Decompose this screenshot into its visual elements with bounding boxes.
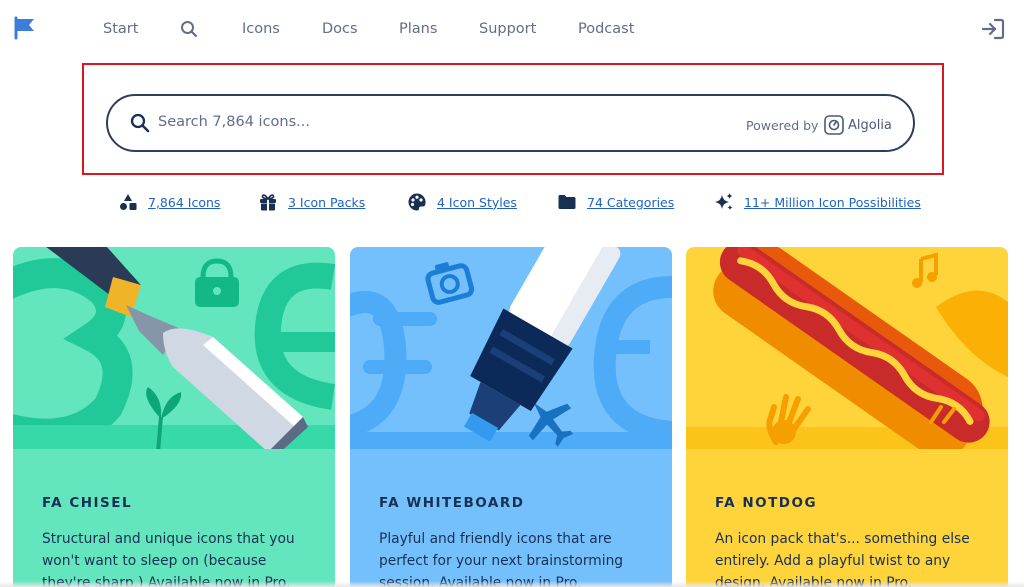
- scroll-shadow: [0, 581, 1024, 587]
- search-icon: [130, 113, 150, 133]
- whiteboard-artwork: [350, 247, 672, 449]
- card-fa-notdog[interactable]: FA NOTDOG An icon pack that's... somethi…: [686, 247, 1008, 587]
- top-nav: Start Icons Docs Plans Support Podcast: [0, 0, 1024, 60]
- camera-icon: [425, 262, 475, 305]
- card-description: An icon pack that's... something else en…: [715, 531, 970, 587]
- stat-icon-packs[interactable]: 3 Icon Packs: [258, 192, 365, 212]
- stat-icons-link[interactable]: 7,864 Icons: [148, 195, 220, 210]
- nav-support[interactable]: Support: [479, 21, 536, 37]
- powered-by-label: Powered by: [746, 118, 819, 133]
- stat-categories-link[interactable]: 74 Categories: [587, 195, 674, 210]
- shapes-icon: [120, 194, 137, 210]
- card-fa-whiteboard[interactable]: FA WHITEBOARD Playful and friendly icons…: [350, 247, 672, 587]
- stat-icon-styles-link[interactable]: 4 Icon Styles: [437, 195, 517, 210]
- palette-icon: [408, 193, 426, 211]
- flag-icon[interactable]: [14, 16, 36, 40]
- card-description: Structural and unique icons that you won…: [42, 531, 295, 587]
- search-input[interactable]: Search 7,864 icons... Powered by Algolia: [106, 94, 915, 152]
- nav-podcast[interactable]: Podcast: [578, 21, 634, 37]
- stat-icon-packs-link[interactable]: 3 Icon Packs: [288, 195, 365, 210]
- stat-icons[interactable]: 7,864 Icons: [118, 192, 220, 212]
- folder-icon: [558, 195, 576, 209]
- algolia-icon[interactable]: [824, 115, 844, 135]
- nav-icons[interactable]: Icons: [242, 21, 280, 37]
- chisel-artwork: [13, 247, 335, 449]
- music-note-icon: [912, 252, 938, 288]
- stat-categories[interactable]: 74 Categories: [557, 192, 674, 212]
- sign-in-icon[interactable]: [981, 18, 1005, 40]
- sparkles-icon: [715, 193, 733, 210]
- search-placeholder: Search 7,864 icons...: [158, 114, 310, 130]
- card-fa-chisel[interactable]: FA CHISEL Structural and unique icons th…: [13, 247, 335, 587]
- card-title: FA CHISEL: [42, 495, 133, 511]
- search-icon[interactable]: [180, 20, 198, 38]
- stat-possibilities-link[interactable]: 11+ Million Icon Possibilities: [744, 195, 921, 210]
- algolia-label[interactable]: Algolia: [848, 118, 892, 133]
- card-title: FA WHITEBOARD: [379, 495, 525, 511]
- nav-docs[interactable]: Docs: [322, 21, 358, 37]
- lock-icon: [195, 258, 239, 307]
- card-title: FA NOTDOG: [715, 495, 818, 511]
- card-description: Playful and friendly icons that are perf…: [379, 531, 624, 587]
- hotdog-illustration: [713, 247, 990, 449]
- stat-possibilities[interactable]: 11+ Million Icon Possibilities: [714, 192, 921, 212]
- nav-start[interactable]: Start: [103, 21, 138, 37]
- nav-plans[interactable]: Plans: [399, 21, 437, 37]
- gift-icon: [260, 194, 276, 211]
- notdog-artwork: [686, 247, 1008, 449]
- stat-icon-styles[interactable]: 4 Icon Styles: [407, 192, 517, 212]
